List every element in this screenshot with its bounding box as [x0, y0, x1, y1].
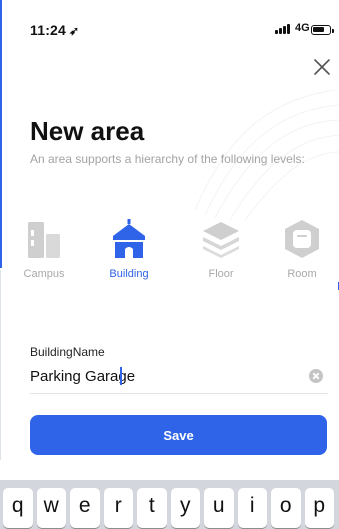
level-label-building: Building [109, 268, 149, 280]
cellular-signal-icon [275, 24, 290, 34]
building-icon [113, 219, 145, 258]
location-arrow-icon: ➶ [69, 24, 80, 38]
building-name-field[interactable] [30, 362, 328, 394]
level-label-floor: Floor [208, 268, 234, 280]
key-p[interactable]: p [304, 488, 334, 528]
floor-icon [203, 222, 239, 258]
time-text: 11:24 [30, 22, 67, 38]
network-type: 4G [295, 22, 310, 34]
status-bar: 11:24 ➶ 4G [0, 0, 339, 40]
key-r[interactable]: r [103, 488, 133, 528]
key-i[interactable]: i [237, 488, 267, 528]
left-edge-line [0, 270, 1, 460]
level-label-room: Room [287, 268, 317, 280]
page-title: New area [30, 116, 145, 146]
text-caret [120, 367, 122, 385]
level-floor[interactable]: Floor [193, 218, 249, 280]
building-name-input[interactable] [30, 362, 290, 390]
key-u[interactable]: u [204, 488, 234, 528]
status-time: 11:24 ➶ [30, 22, 79, 38]
clear-icon[interactable] [309, 369, 323, 383]
key-t[interactable]: t [137, 488, 167, 528]
key-o[interactable]: o [271, 488, 301, 528]
building-name-label: BuildingName [30, 345, 105, 359]
level-building[interactable]: Building [101, 218, 157, 280]
background-decoration [194, 89, 339, 220]
key-w[interactable]: w [36, 488, 66, 528]
level-campus[interactable]: Campus [16, 218, 72, 280]
key-y[interactable]: y [170, 488, 200, 528]
key-e[interactable]: e [70, 488, 100, 528]
left-edge-bar [0, 0, 2, 268]
level-label-campus: Campus [23, 268, 65, 280]
key-q[interactable]: q [3, 488, 33, 528]
level-room[interactable]: Room [274, 218, 330, 280]
campus-icon [28, 222, 60, 258]
keyboard: q w e r t y u i o p [0, 480, 339, 529]
close-icon[interactable] [313, 58, 331, 76]
room-icon [285, 220, 319, 258]
keyboard-top-row: q w e r t y u i o p [3, 488, 334, 528]
page-subtitle: An area supports a hierarchy of the foll… [30, 152, 305, 166]
battery-icon [311, 25, 334, 35]
save-button[interactable]: Save [30, 415, 327, 455]
